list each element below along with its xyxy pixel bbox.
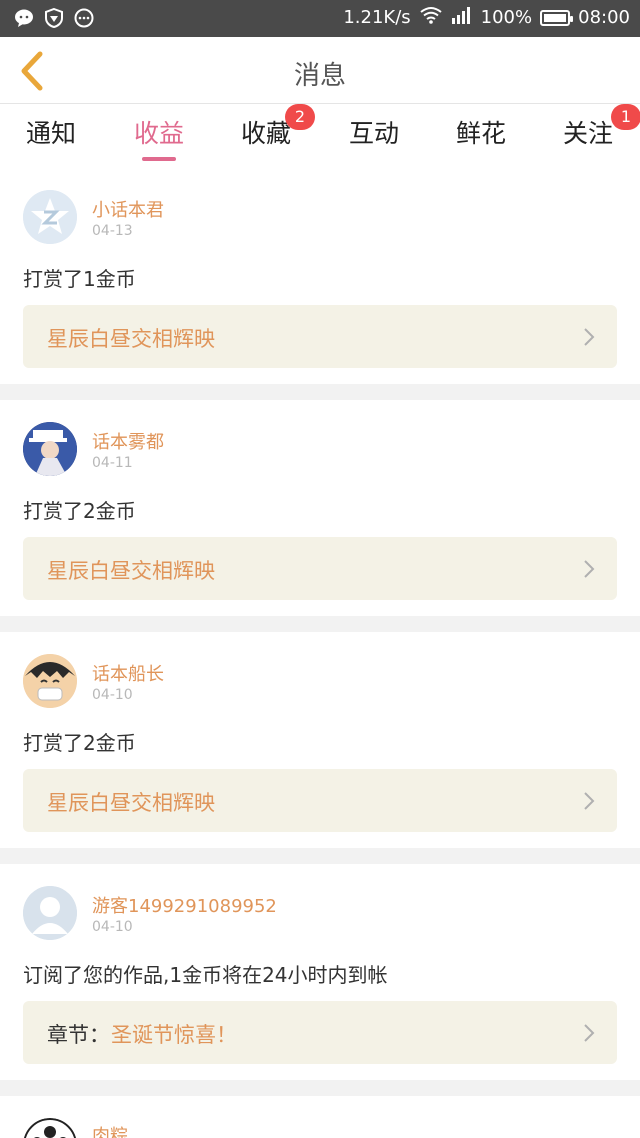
chevron-right-icon: [584, 328, 595, 346]
message-card: 话本船长 04-10 打赏了2金币 星辰白昼交相辉映: [0, 632, 640, 848]
battery-percent: 100%: [480, 7, 533, 28]
tab-follow[interactable]: 关注 1: [543, 104, 640, 162]
tab-notice[interactable]: 通知: [6, 114, 96, 162]
message-text: 打赏了2金币: [23, 499, 136, 523]
message-text: 打赏了2金币: [23, 731, 136, 755]
avatar[interactable]: [23, 422, 77, 476]
tab-badge: 2: [285, 104, 315, 130]
chevron-right-icon: [584, 560, 595, 578]
wifi-icon: [419, 6, 443, 29]
nav-header: 消息: [0, 37, 640, 104]
status-bar: 1.21K/s 100% 08:00: [0, 0, 640, 37]
tab-label: 收藏: [240, 119, 291, 148]
tab-earnings[interactable]: 收益: [114, 114, 204, 162]
work-title: 圣诞节惊喜！: [111, 1023, 237, 1047]
work-link[interactable]: 星辰白昼交相辉映: [23, 537, 617, 600]
page-title: 消息: [293, 61, 346, 91]
avatar[interactable]: [23, 886, 77, 940]
clock: 08:00: [578, 7, 630, 28]
avatar[interactable]: [23, 1118, 77, 1138]
tab-badge: 1: [611, 104, 640, 130]
chapter-label: 章节：: [47, 1023, 110, 1047]
avatar[interactable]: [23, 190, 77, 244]
message-date: 04-13: [92, 223, 133, 239]
shield-icon: [44, 8, 64, 28]
tab-label: 互动: [348, 119, 399, 148]
tab-flowers[interactable]: 鲜花: [436, 114, 526, 162]
work-title: 星辰白昼交相辉映: [47, 559, 215, 583]
chevron-right-icon: [584, 792, 595, 810]
chat-icon: [14, 8, 34, 28]
work-title: 星辰白昼交相辉映: [47, 791, 215, 815]
message-text: 打赏了1金币: [23, 267, 136, 291]
tab-interaction[interactable]: 互动: [329, 114, 419, 162]
tab-label: 关注: [562, 119, 613, 148]
work-link[interactable]: 章节： 圣诞节惊喜！: [23, 1001, 617, 1064]
tab-label: 通知: [25, 119, 76, 148]
message-text: 订阅了您的作品,1金币将在24小时内到帐: [23, 963, 388, 987]
username[interactable]: 小话本君: [92, 196, 164, 222]
avatar[interactable]: [23, 654, 77, 708]
tab-label: 收益: [133, 119, 184, 148]
username[interactable]: 话本雾都: [92, 428, 164, 454]
tab-bar: 通知 收益 收藏 2 互动 鲜花 关注 1: [0, 104, 640, 168]
tab-label: 鲜花: [455, 119, 506, 148]
message-card: 话本雾都 04-11 打赏了2金币 星辰白昼交相辉映: [0, 400, 640, 616]
chevron-right-icon: [584, 1024, 595, 1042]
active-tab-indicator: [142, 157, 176, 161]
work-link[interactable]: 星辰白昼交相辉映: [23, 769, 617, 832]
network-speed: 1.21K/s: [343, 7, 411, 28]
username[interactable]: 话本船长: [92, 660, 164, 686]
message-card: 小话本君 04-13 打赏了1金币 星辰白昼交相辉映: [0, 168, 640, 384]
work-link[interactable]: 星辰白昼交相辉映: [23, 305, 617, 368]
message-date: 04-10: [92, 919, 133, 935]
message-card: 游客1499291089952 04-10 订阅了您的作品,1金币将在24小时内…: [0, 864, 640, 1080]
tab-favorites[interactable]: 收藏 2: [221, 104, 315, 162]
battery-icon: [540, 9, 574, 26]
username[interactable]: 肉粽: [92, 1122, 128, 1138]
message-date: 04-10: [92, 687, 133, 703]
more-dots-icon: [74, 8, 94, 28]
message-card: 肉粽: [0, 1096, 640, 1138]
work-title: 星辰白昼交相辉映: [47, 327, 215, 351]
message-date: 04-11: [92, 455, 133, 471]
signal-icon: [451, 6, 473, 29]
username[interactable]: 游客1499291089952: [92, 892, 277, 918]
